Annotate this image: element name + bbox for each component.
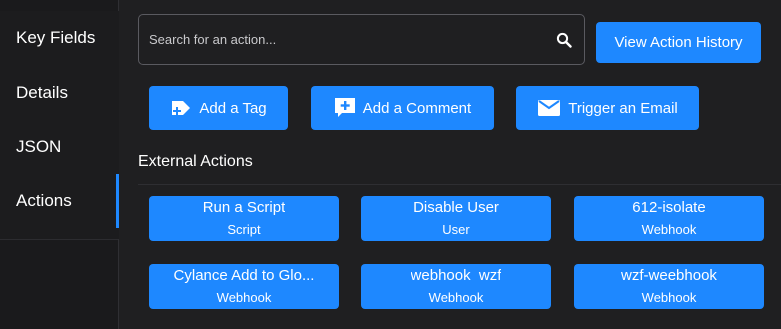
sidebar-item-label: Key Fields <box>16 28 96 47</box>
add-comment-button[interactable]: Add a Comment <box>311 86 494 130</box>
action-type: Webhook <box>216 290 272 305</box>
action-name: Cylance Add to Glo... <box>173 267 315 284</box>
action-name: webhook wzf <box>410 267 502 284</box>
actions-panel: View Action History Add a Tag <box>119 0 781 329</box>
external-actions-title: External Actions <box>138 153 253 170</box>
action-type: Script <box>227 222 261 237</box>
tag-add-icon <box>170 99 192 117</box>
section-divider <box>138 184 781 185</box>
add-tag-label: Add a Tag <box>199 99 267 117</box>
action-type: User <box>442 222 470 237</box>
sidebar-list: Key Fields Details JSON Actions <box>0 11 119 239</box>
external-action-disable-user[interactable]: Disable User User <box>361 196 551 241</box>
external-action-cylance-add[interactable]: Cylance Add to Glo... Webhook <box>149 264 339 309</box>
sidebar-item-actions[interactable]: Actions <box>0 174 119 228</box>
view-action-history-button[interactable]: View Action History <box>596 22 761 63</box>
trigger-email-label: Trigger an Email <box>568 99 678 117</box>
sidebar-item-json[interactable]: JSON <box>0 120 119 174</box>
sidebar-divider <box>0 239 118 240</box>
external-action-612-isolate[interactable]: 612-isolate Webhook <box>574 196 764 241</box>
search-icon[interactable] <box>544 15 584 64</box>
view-action-history-label: View Action History <box>614 34 743 51</box>
action-type: Webhook <box>641 222 697 237</box>
external-action-run-script[interactable]: Run a Script Script <box>149 196 339 241</box>
trigger-email-button[interactable]: Trigger an Email <box>516 86 699 130</box>
sidebar-item-key-fields[interactable]: Key Fields <box>0 11 119 65</box>
sidebar-item-details[interactable]: Details <box>0 66 119 120</box>
external-action-wzf-weebhook[interactable]: wzf-weebhook Webhook <box>574 264 764 309</box>
action-type: Webhook <box>428 290 484 305</box>
sidebar-item-label: Details <box>16 83 68 102</box>
search-box <box>138 14 585 65</box>
action-type: Webhook <box>641 290 697 305</box>
action-name: 612-isolate <box>632 199 706 216</box>
sidebar: Key Fields Details JSON Actions <box>0 0 119 329</box>
email-icon <box>537 99 561 117</box>
add-comment-label: Add a Comment <box>362 99 472 117</box>
comment-add-icon <box>334 97 356 119</box>
sidebar-item-label: Actions <box>16 191 72 210</box>
app-root: Key Fields Details JSON Actions Search f… <box>0 0 781 329</box>
action-name: Run a Script <box>202 199 286 216</box>
action-name: Disable User <box>413 199 499 216</box>
search-input[interactable] <box>139 15 544 64</box>
action-name: wzf-weebhook <box>621 267 717 284</box>
external-action-webhook-wzf[interactable]: webhook wzf Webhook <box>361 264 551 309</box>
sidebar-item-label: JSON <box>16 137 62 156</box>
add-tag-button[interactable]: Add a Tag <box>149 86 288 130</box>
